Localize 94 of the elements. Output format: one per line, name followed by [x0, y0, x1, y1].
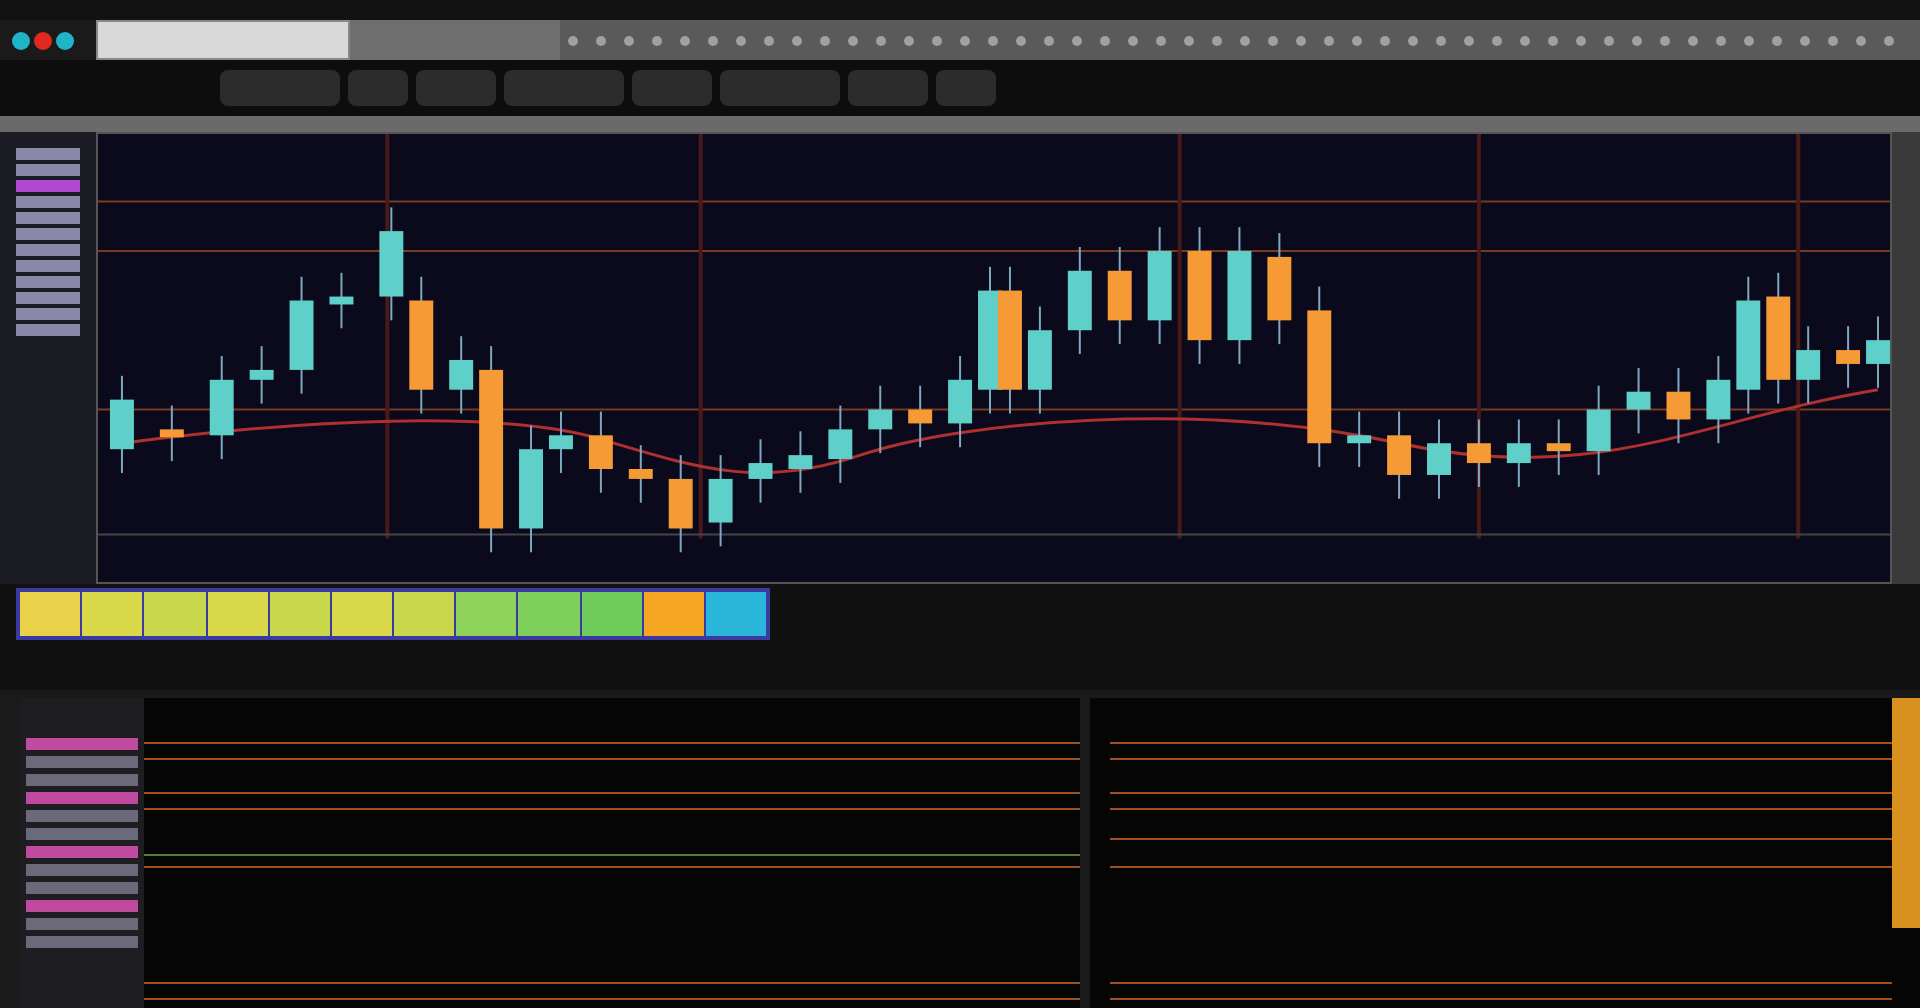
tool-icon[interactable] [1324, 35, 1334, 45]
tool-icon[interactable] [1856, 35, 1866, 45]
candle [1267, 232, 1292, 346]
tool-icon[interactable] [708, 35, 718, 45]
tool-icon[interactable] [1100, 35, 1110, 45]
candle [1107, 246, 1132, 346]
tool-icon[interactable] [1800, 35, 1810, 45]
tool-icon[interactable] [1604, 35, 1614, 45]
tool-icon[interactable] [1660, 35, 1670, 45]
tool-icon[interactable] [764, 35, 774, 45]
candle [1866, 315, 1890, 389]
candle [1027, 305, 1052, 415]
tool-icon[interactable] [1156, 35, 1166, 45]
candle [1147, 226, 1172, 346]
tool-icon[interactable] [1268, 35, 1278, 45]
tool-icon[interactable] [988, 35, 998, 45]
timeline-segment[interactable] [705, 592, 767, 636]
candle [948, 355, 973, 449]
candle [908, 384, 933, 449]
tool-icon[interactable] [1884, 35, 1894, 45]
tool-icon[interactable] [792, 35, 802, 45]
candle [1736, 275, 1761, 415]
tool-icon[interactable] [596, 35, 606, 45]
candle [519, 424, 543, 554]
tool-icon[interactable] [736, 35, 746, 45]
candle [1506, 418, 1531, 488]
candle [628, 444, 653, 504]
candle [668, 454, 693, 554]
tool-icon[interactable] [1632, 35, 1642, 45]
tool-icon[interactable] [652, 35, 662, 45]
tool-icon[interactable] [1016, 35, 1026, 45]
tool-icon[interactable] [1408, 35, 1418, 45]
tool-icon[interactable] [1548, 35, 1558, 45]
candle [379, 206, 404, 322]
tool-icon[interactable] [1380, 35, 1390, 45]
tool-icon[interactable] [1716, 35, 1726, 45]
candle [788, 430, 813, 494]
candle [1666, 366, 1691, 445]
candle [868, 384, 893, 455]
candle [449, 335, 474, 415]
candle [249, 345, 274, 405]
tool-icon[interactable] [1072, 35, 1082, 45]
candle [409, 275, 434, 415]
candle [1836, 325, 1861, 389]
tool-icon[interactable] [1044, 35, 1054, 45]
candle [329, 271, 354, 330]
tool-icon[interactable] [624, 35, 634, 45]
candle [588, 410, 613, 494]
tool-icon[interactable] [568, 35, 578, 45]
tool-icon[interactable] [1744, 35, 1754, 45]
tool-icon[interactable] [1436, 35, 1446, 45]
candle [549, 410, 573, 474]
tool-icon[interactable] [904, 35, 914, 45]
tool-icon[interactable] [680, 35, 690, 45]
candle [748, 438, 773, 504]
tool-icon[interactable] [960, 35, 970, 45]
candle [1796, 325, 1821, 405]
tool-icon[interactable] [1828, 35, 1838, 45]
tool-icon[interactable] [820, 35, 830, 45]
candle [109, 374, 134, 474]
candle [1546, 418, 1571, 476]
candle [1466, 418, 1491, 488]
tool-icon[interactable] [876, 35, 886, 45]
candle [1626, 366, 1651, 435]
candle [1187, 226, 1212, 365]
tool-icon[interactable] [1520, 35, 1530, 45]
candle [159, 404, 184, 463]
tool-icon[interactable] [1464, 35, 1474, 45]
tool-icon[interactable] [1772, 35, 1782, 45]
candle [1227, 226, 1252, 365]
candle [1067, 246, 1092, 356]
tool-icon[interactable] [1352, 35, 1362, 45]
timeline-segment[interactable] [331, 592, 393, 636]
tool-icon[interactable] [848, 35, 858, 45]
candle [1427, 418, 1451, 500]
candle [828, 404, 853, 484]
tool-icon[interactable] [1212, 35, 1222, 45]
candle [209, 355, 234, 461]
tool-icon[interactable] [932, 35, 942, 45]
candle [1586, 384, 1611, 476]
candle [1387, 410, 1412, 500]
candle [708, 454, 733, 548]
tool-icon[interactable] [1240, 35, 1250, 45]
tool-icon[interactable] [1128, 35, 1138, 45]
tool-icon[interactable] [1688, 35, 1698, 45]
scrollbar[interactable] [1892, 132, 1920, 584]
tool-icon[interactable] [1492, 35, 1502, 45]
tool-icon[interactable] [1184, 35, 1194, 45]
candle [289, 275, 314, 395]
tool-icon[interactable] [1576, 35, 1586, 45]
candle [1347, 410, 1372, 469]
candle [1766, 271, 1791, 405]
tool-icon[interactable] [1296, 35, 1306, 45]
candle [1706, 355, 1731, 445]
